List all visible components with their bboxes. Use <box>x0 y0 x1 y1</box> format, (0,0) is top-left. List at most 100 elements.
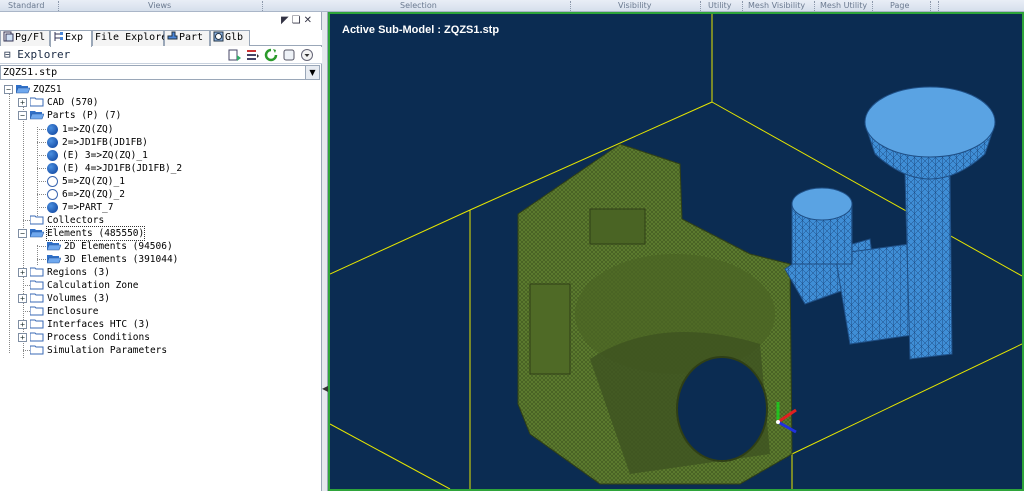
part-visible-icon[interactable] <box>47 150 58 161</box>
explorer-icon <box>54 32 63 41</box>
riser-mesh[interactable] <box>784 86 996 360</box>
3d-viewport[interactable]: Active Sub-Model : ZQZS1.stp <box>328 12 1024 491</box>
float-window-icon[interactable]: ❏ <box>292 15 304 26</box>
toolbar-section-selection[interactable]: Selection <box>400 0 437 12</box>
toolbar-section-page[interactable]: Page <box>890 0 909 12</box>
tree-connector <box>37 155 46 156</box>
explorer-title: ⊟ Explorer <box>4 48 70 61</box>
toolbar-separator <box>814 1 815 11</box>
tree-label: 3D Elements (391044) <box>64 254 179 265</box>
tree-label: 1=>ZQ(ZQ) <box>62 124 114 135</box>
tree-connector <box>37 246 46 247</box>
folder-closed-icon <box>30 215 44 225</box>
chevron-down-icon[interactable]: ▼ <box>305 66 319 79</box>
tree-connector <box>23 220 30 221</box>
tree-connector <box>23 350 30 351</box>
toolbar-separator <box>938 1 939 11</box>
part-hidden-icon[interactable] <box>47 189 58 200</box>
folder-open-icon <box>30 111 44 120</box>
tree-connector <box>23 311 30 312</box>
collapse-icon[interactable]: ⊟ <box>4 48 11 61</box>
expand-toggle-icon[interactable]: + <box>18 333 27 342</box>
tree-label: Elements (485550) <box>45 226 146 241</box>
explorer-toolbar <box>228 48 314 62</box>
filter-icon[interactable] <box>228 48 242 62</box>
folder-closed-icon <box>30 319 44 329</box>
tree-label: Process Conditions <box>47 332 150 343</box>
tab-label: Glb <box>225 32 244 43</box>
tree-label: Parts (P) (7) <box>47 110 122 121</box>
tab-exp[interactable]: Exp <box>50 30 92 47</box>
tree-connector <box>37 194 46 195</box>
toolbar-separator <box>930 1 931 11</box>
model-select-value: ZQZS1.stp <box>3 67 58 78</box>
part-hidden-icon[interactable] <box>47 176 58 187</box>
part-visible-icon[interactable] <box>47 163 58 174</box>
tree-connector <box>37 127 38 218</box>
folder-closed-icon <box>30 306 44 316</box>
display-options-icon[interactable] <box>282 48 296 62</box>
tab-part[interactable]: Part <box>164 30 210 46</box>
tree-connector <box>9 89 10 353</box>
toolbar-separator <box>58 1 59 11</box>
expand-toggle-icon[interactable]: + <box>18 294 27 303</box>
tree-label: Volumes (3) <box>47 293 110 304</box>
tab-glb[interactable]: Glb <box>210 30 250 46</box>
tree-connector <box>37 181 46 182</box>
part-icon <box>167 31 178 40</box>
collapse-toggle-icon[interactable]: − <box>4 85 13 94</box>
model-canvas[interactable] <box>330 14 1022 489</box>
tab-label: Part <box>179 32 204 43</box>
tree-label: CAD (570) <box>47 97 99 108</box>
tree-label: 2=>JD1FB(JD1FB) <box>62 137 148 148</box>
panel-controls: ◤❏✕ <box>281 15 315 26</box>
refresh-icon[interactable] <box>264 48 278 62</box>
tree-label: 2D Elements (94506) <box>64 241 173 252</box>
tree-connector <box>37 245 38 265</box>
folder-open-icon <box>16 85 30 94</box>
explorer-title-text: Explorer <box>17 48 71 61</box>
dropdown-circle-icon[interactable] <box>300 48 314 62</box>
part-visible-icon[interactable] <box>47 124 58 135</box>
tree-label: Collectors <box>47 215 105 226</box>
tab-file-explorer[interactable]: File Explorer <box>92 30 173 46</box>
folder-closed-icon <box>30 97 44 107</box>
expand-toggle-icon[interactable]: + <box>18 320 27 329</box>
collapse-toggle-icon[interactable]: − <box>18 111 27 120</box>
tree-label: Regions (3) <box>47 267 110 278</box>
tree-connector <box>37 129 46 130</box>
pin-icon[interactable]: ◤ <box>281 15 292 26</box>
folder-closed-icon <box>30 332 44 342</box>
folder-closed-icon <box>30 280 44 290</box>
tree-connector <box>37 207 46 208</box>
panel-tabs: Pg/Fl Exp File Explorer Part Glb <box>0 30 322 47</box>
toolbar-section-mesh-utility[interactable]: Mesh Utility <box>820 0 867 12</box>
casting-mesh[interactable] <box>517 143 793 485</box>
list-options-icon[interactable] <box>246 48 260 62</box>
close-icon[interactable]: ✕ <box>304 15 315 26</box>
toolbar-section-visibility[interactable]: Visibility <box>618 0 652 12</box>
left-panel: ◤❏✕ Pg/Fl Exp File Explorer Part Glb ⊟ E… <box>0 12 322 491</box>
folder-closed-icon <box>30 293 44 303</box>
model-tree: − ZQZS1 + CAD (570) − Parts (P) (7) 1=>Z… <box>0 81 322 481</box>
page-icon <box>3 31 14 42</box>
folder-closed-icon <box>30 345 44 355</box>
part-visible-icon[interactable] <box>47 202 58 213</box>
toolbar-section-views[interactable]: Views <box>148 0 171 12</box>
part-visible-icon[interactable] <box>47 137 58 148</box>
toolbar-section-utility[interactable]: Utility <box>708 0 732 12</box>
model-select[interactable]: ZQZS1.stp ▼ <box>0 65 320 80</box>
toolbar-section-standard[interactable]: Standard <box>8 0 44 12</box>
tree-label: Calculation Zone <box>47 280 139 291</box>
tree-label: 6=>ZQ(ZQ)_2 <box>62 189 125 200</box>
expand-toggle-icon[interactable]: + <box>18 268 27 277</box>
tab-pg-fl[interactable]: Pg/Fl <box>0 30 50 46</box>
tree-label: Simulation Parameters <box>47 345 168 356</box>
collapse-toggle-icon[interactable]: − <box>18 229 27 238</box>
toolbar-section-mesh-visibility[interactable]: Mesh Visibility <box>748 0 805 12</box>
expand-toggle-icon[interactable]: + <box>18 98 27 107</box>
toolbar-separator <box>262 1 263 11</box>
tree-label: (E) 3=>ZQ(ZQ)_1 <box>62 150 148 161</box>
folder-open-icon <box>47 242 61 251</box>
folder-open-icon <box>30 229 44 238</box>
